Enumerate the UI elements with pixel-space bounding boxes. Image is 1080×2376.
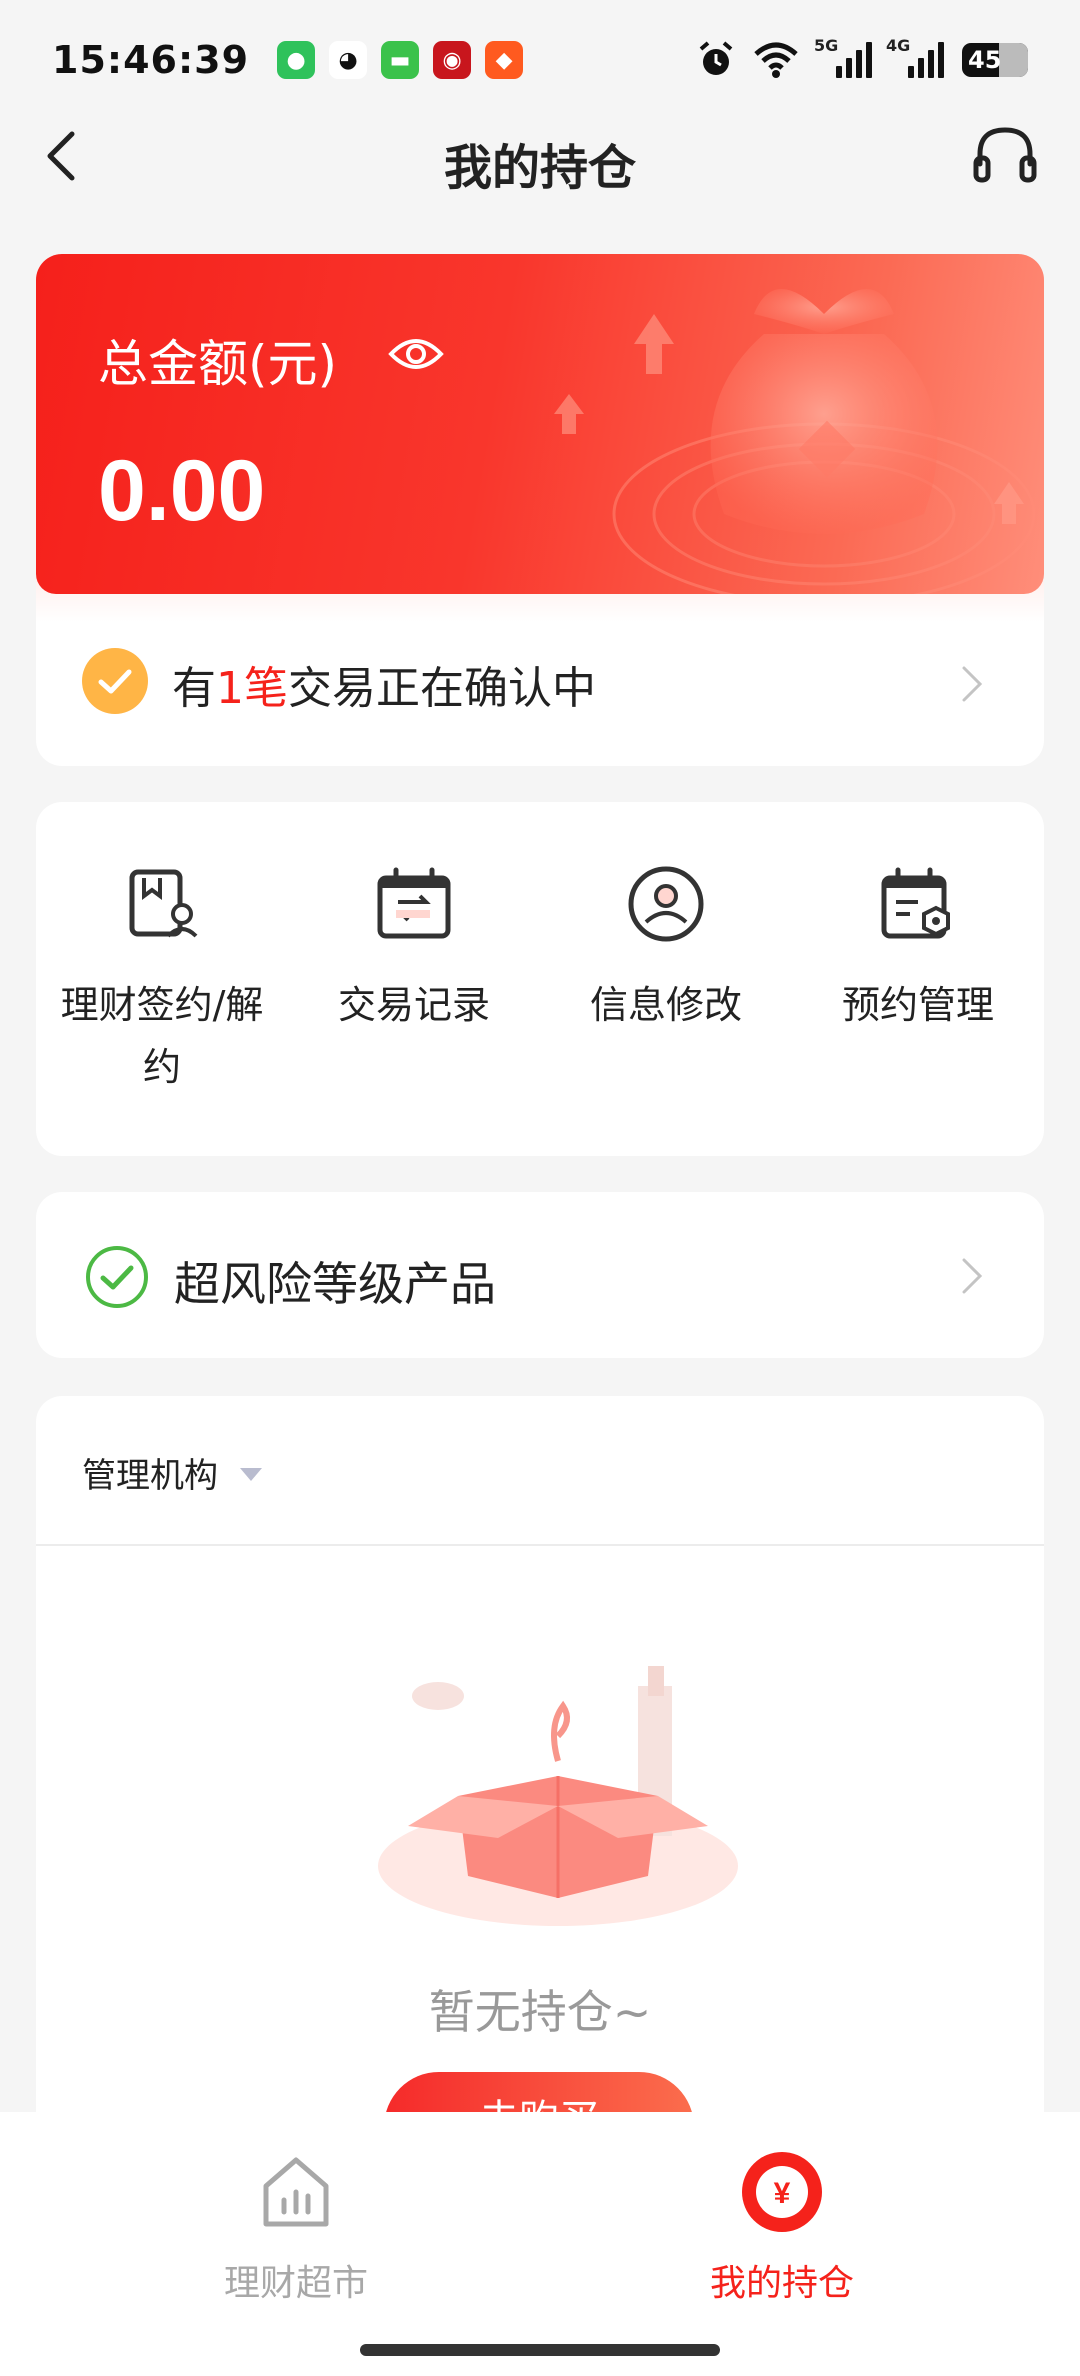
pending-count: 1笔 <box>216 663 288 714</box>
tab-label: 我的持仓 <box>709 2263 854 2304</box>
quick-action-label: 交易记录 <box>337 983 490 1027</box>
money-bag-illustration <box>554 289 1036 594</box>
messages-icon: ▬ <box>381 41 420 79</box>
taobao-icon: ◆ <box>485 41 524 79</box>
total-amount-value: 0.00 <box>98 443 266 539</box>
quick-action-label: 预约管理 <box>841 983 994 1027</box>
check-circle-outline-icon <box>86 1246 148 1308</box>
notification-icons: ● ◕ ▬ ◉ ◆ <box>277 41 524 79</box>
over-risk-products-label: 超风险等级产品 <box>174 1257 496 1311</box>
over-risk-products-row[interactable]: 超风险等级产品 <box>36 1192 1044 1358</box>
signal-5g-label: 5G <box>814 36 839 55</box>
transaction-record-icon <box>377 867 451 939</box>
signal-4g-icon: 4G <box>886 36 944 78</box>
quick-action-label: 信息修改 <box>589 983 742 1027</box>
pending-suffix: 交易正在确认中 <box>288 663 596 714</box>
caret-down-icon <box>240 1468 262 1481</box>
holdings-card: 管理机构 暂无持仓~ 去购买 <box>36 1396 1044 2196</box>
tab-holdings[interactable]: ¥ 我的持仓 <box>632 2150 932 2306</box>
eye-toggle-icon[interactable] <box>388 334 444 374</box>
institution-filter-label: 管理机构 <box>82 1456 218 1496</box>
nav-bar: 我的持仓 <box>0 120 1080 196</box>
contract-icon <box>129 869 198 938</box>
bank-app-icon: ◉ <box>433 41 472 79</box>
battery-level: 45 <box>968 46 1002 74</box>
status-bar: 15:46:39 ● ◕ ▬ ◉ ◆ 5G 4G 45 <box>0 0 1080 120</box>
empty-holdings-text: 暂无持仓~ <box>428 1985 652 2039</box>
alarm-icon <box>699 41 733 75</box>
quick-action-contract[interactable]: 理财签约/解约 <box>36 864 288 1098</box>
total-amount-label: 总金额(元) <box>98 335 338 393</box>
page-title: 我的持仓 <box>443 140 636 196</box>
quick-action-appointment[interactable]: 预约管理 <box>792 864 1044 1036</box>
quick-actions-card: 理财签约/解约 交易记录 信息修改 预约管理 <box>36 802 1044 1156</box>
pending-prefix: 有 <box>172 663 216 714</box>
bottom-tab-bar: 理财超市 ¥ 我的持仓 <box>0 2112 1080 2376</box>
user-info-icon <box>628 866 704 942</box>
status-time: 15:46:39 <box>52 38 250 82</box>
pending-transaction-text: 有1笔交易正在确认中 <box>172 652 596 716</box>
qq-icon: ◕ <box>329 41 368 79</box>
signal-5g-icon: 5G <box>814 36 872 78</box>
signal-4g-label: 4G <box>886 36 911 55</box>
battery-icon: 45 <box>962 43 1028 77</box>
check-circle-icon <box>82 648 148 714</box>
market-chart-icon <box>263 2157 329 2227</box>
quick-action-label: 理财签约/解约 <box>60 983 264 1089</box>
institution-filter[interactable]: 管理机构 <box>82 1448 262 1497</box>
status-indicators: 5G 4G 45 <box>698 36 1028 79</box>
tab-market[interactable]: 理财超市 <box>146 2150 446 2306</box>
quick-action-info[interactable]: 信息修改 <box>540 864 792 1036</box>
quick-action-transactions[interactable]: 交易记录 <box>288 864 540 1036</box>
svg-text:¥: ¥ <box>774 2177 791 2210</box>
divider <box>36 1544 1044 1546</box>
tab-label: 理财超市 <box>223 2263 368 2304</box>
chevron-right-icon <box>962 1258 983 1294</box>
wifi-icon <box>754 42 798 78</box>
total-amount-card: 总金额(元) 0.00 <box>36 254 1044 594</box>
wechat-icon: ● <box>277 41 316 79</box>
appointment-icon <box>881 867 950 939</box>
empty-box-illustration <box>378 1666 738 1926</box>
home-indicator[interactable] <box>360 2344 720 2356</box>
chevron-right-icon <box>962 666 983 702</box>
yuan-holdings-icon: ¥ <box>742 2152 822 2232</box>
customer-service-icon[interactable] <box>970 120 1040 190</box>
